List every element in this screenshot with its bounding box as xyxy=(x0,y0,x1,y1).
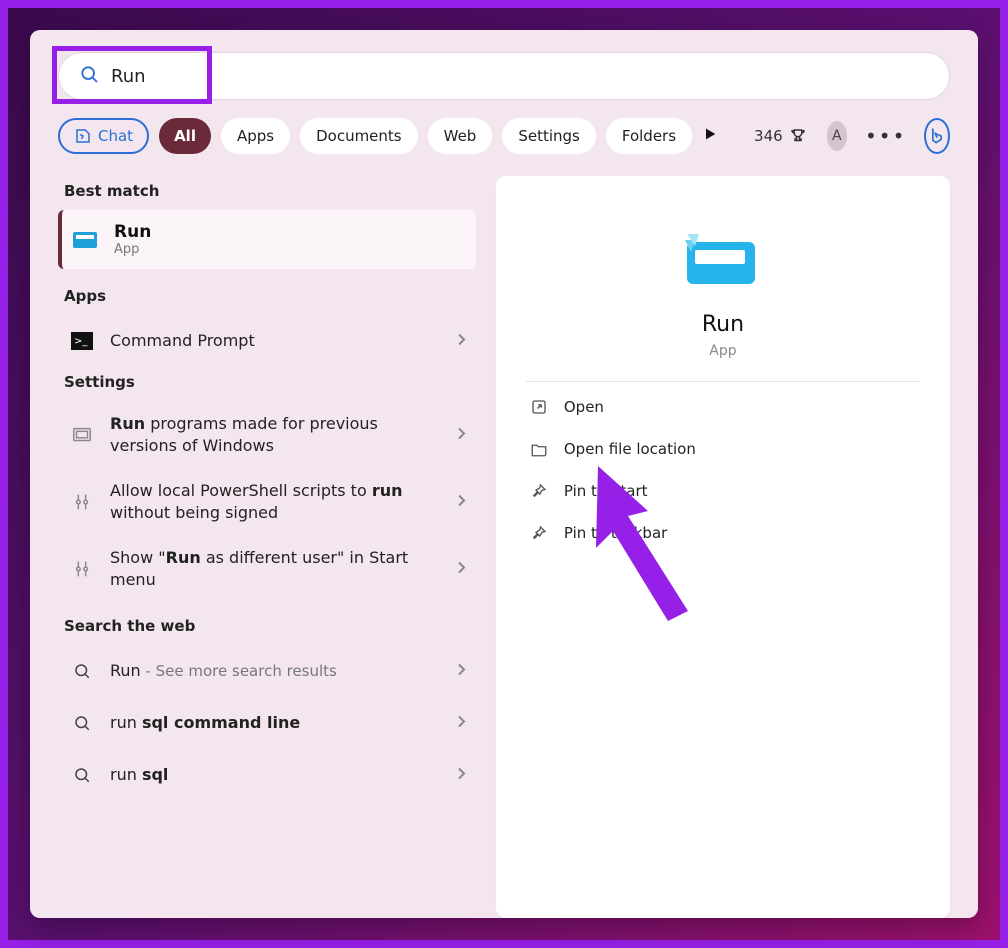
results-body: Best match Run App Apps >_ Command Promp… xyxy=(58,176,950,918)
action-pin-taskbar[interactable]: Pin to taskbar xyxy=(526,512,920,554)
web-item-2[interactable]: run sql xyxy=(58,749,476,801)
settings-item-1[interactable]: Allow local PowerShell scripts to run wi… xyxy=(58,468,476,535)
chevron-right-icon xyxy=(456,765,466,784)
preview-subtitle: App xyxy=(709,343,736,359)
user-avatar[interactable]: A xyxy=(827,121,847,151)
search-icon xyxy=(68,709,96,737)
chat-label: Chat xyxy=(98,127,133,145)
search-icon xyxy=(68,657,96,685)
preview-pane: Run App Open Open file location Pin to S… xyxy=(496,176,950,918)
bing-chat-icon xyxy=(74,127,92,145)
developer-icon xyxy=(68,488,96,516)
preview-title: Run xyxy=(702,312,744,337)
chevron-right-icon xyxy=(456,713,466,732)
svg-text:>_: >_ xyxy=(74,336,88,347)
filters-row: Chat All Apps Documents Web Settings Fol… xyxy=(58,118,950,154)
action-label: Open xyxy=(564,398,604,416)
run-app-icon-large xyxy=(685,232,761,294)
section-header-web: Search the web xyxy=(64,617,476,635)
settings-item-2[interactable]: Show "Run as different user" in Start me… xyxy=(58,535,476,602)
section-header-apps: Apps xyxy=(64,287,476,305)
section-header-settings: Settings xyxy=(64,373,476,391)
pin-icon xyxy=(530,524,548,542)
web-item-1[interactable]: run sql command line xyxy=(58,697,476,749)
web-item-label: run sql xyxy=(110,764,188,786)
action-pin-start[interactable]: Pin to Start xyxy=(526,470,920,512)
trophy-icon xyxy=(789,127,807,145)
results-left-column: Best match Run App Apps >_ Command Promp… xyxy=(58,176,476,918)
developer-icon xyxy=(68,555,96,583)
section-header-best-match: Best match xyxy=(64,182,476,200)
web-item-label: run sql command line xyxy=(110,712,320,734)
search-input[interactable] xyxy=(111,66,929,87)
settings-item-label: Run programs made for previous versions … xyxy=(110,413,462,456)
rewards-points[interactable]: 346 xyxy=(754,127,807,145)
filter-all[interactable]: All xyxy=(159,118,211,154)
filter-folders[interactable]: Folders xyxy=(606,118,692,154)
preview-separator xyxy=(526,381,920,382)
best-match-subtitle: App xyxy=(114,242,151,257)
pin-icon xyxy=(530,482,548,500)
filter-settings[interactable]: Settings xyxy=(502,118,596,154)
search-row xyxy=(58,52,950,100)
action-label: Open file location xyxy=(564,440,696,458)
web-item-label: Run - See more search results xyxy=(110,660,357,682)
filter-web[interactable]: Web xyxy=(428,118,493,154)
bing-button[interactable] xyxy=(924,118,950,154)
more-filters-button[interactable] xyxy=(702,126,718,146)
search-box[interactable] xyxy=(58,52,950,100)
folder-icon xyxy=(530,440,548,458)
best-match-item[interactable]: Run App xyxy=(58,210,476,269)
filter-documents[interactable]: Documents xyxy=(300,118,418,154)
app-item-command-prompt[interactable]: >_ Command Prompt xyxy=(58,315,476,367)
action-open[interactable]: Open xyxy=(526,386,920,428)
run-app-icon xyxy=(72,226,100,254)
search-icon xyxy=(68,761,96,789)
best-match-title: Run xyxy=(114,222,151,242)
chevron-right-icon xyxy=(456,332,466,351)
action-label: Pin to taskbar xyxy=(564,524,667,542)
settings-item-0[interactable]: Run programs made for previous versions … xyxy=(58,401,476,468)
bing-icon xyxy=(927,126,947,146)
app-item-label: Command Prompt xyxy=(110,330,275,352)
compat-icon xyxy=(68,421,96,449)
chevron-right-icon xyxy=(456,492,466,511)
more-menu-button[interactable]: ••• xyxy=(857,124,914,148)
action-open-location[interactable]: Open file location xyxy=(526,428,920,470)
rewards-count: 346 xyxy=(754,127,783,145)
web-item-0[interactable]: Run - See more search results xyxy=(58,645,476,697)
ellipsis-icon: ••• xyxy=(865,124,906,148)
chat-button[interactable]: Chat xyxy=(58,118,149,154)
chevron-right-icon xyxy=(456,559,466,578)
settings-item-label: Allow local PowerShell scripts to run wi… xyxy=(110,480,462,523)
command-prompt-icon: >_ xyxy=(68,327,96,355)
settings-item-label: Show "Run as different user" in Start me… xyxy=(110,547,462,590)
search-icon xyxy=(79,64,99,88)
filter-apps[interactable]: Apps xyxy=(221,118,290,154)
play-icon xyxy=(702,126,718,142)
action-label: Pin to Start xyxy=(564,482,648,500)
chevron-right-icon xyxy=(456,425,466,444)
start-search-panel: Chat All Apps Documents Web Settings Fol… xyxy=(30,30,978,918)
open-icon xyxy=(530,398,548,416)
chevron-right-icon xyxy=(456,661,466,680)
